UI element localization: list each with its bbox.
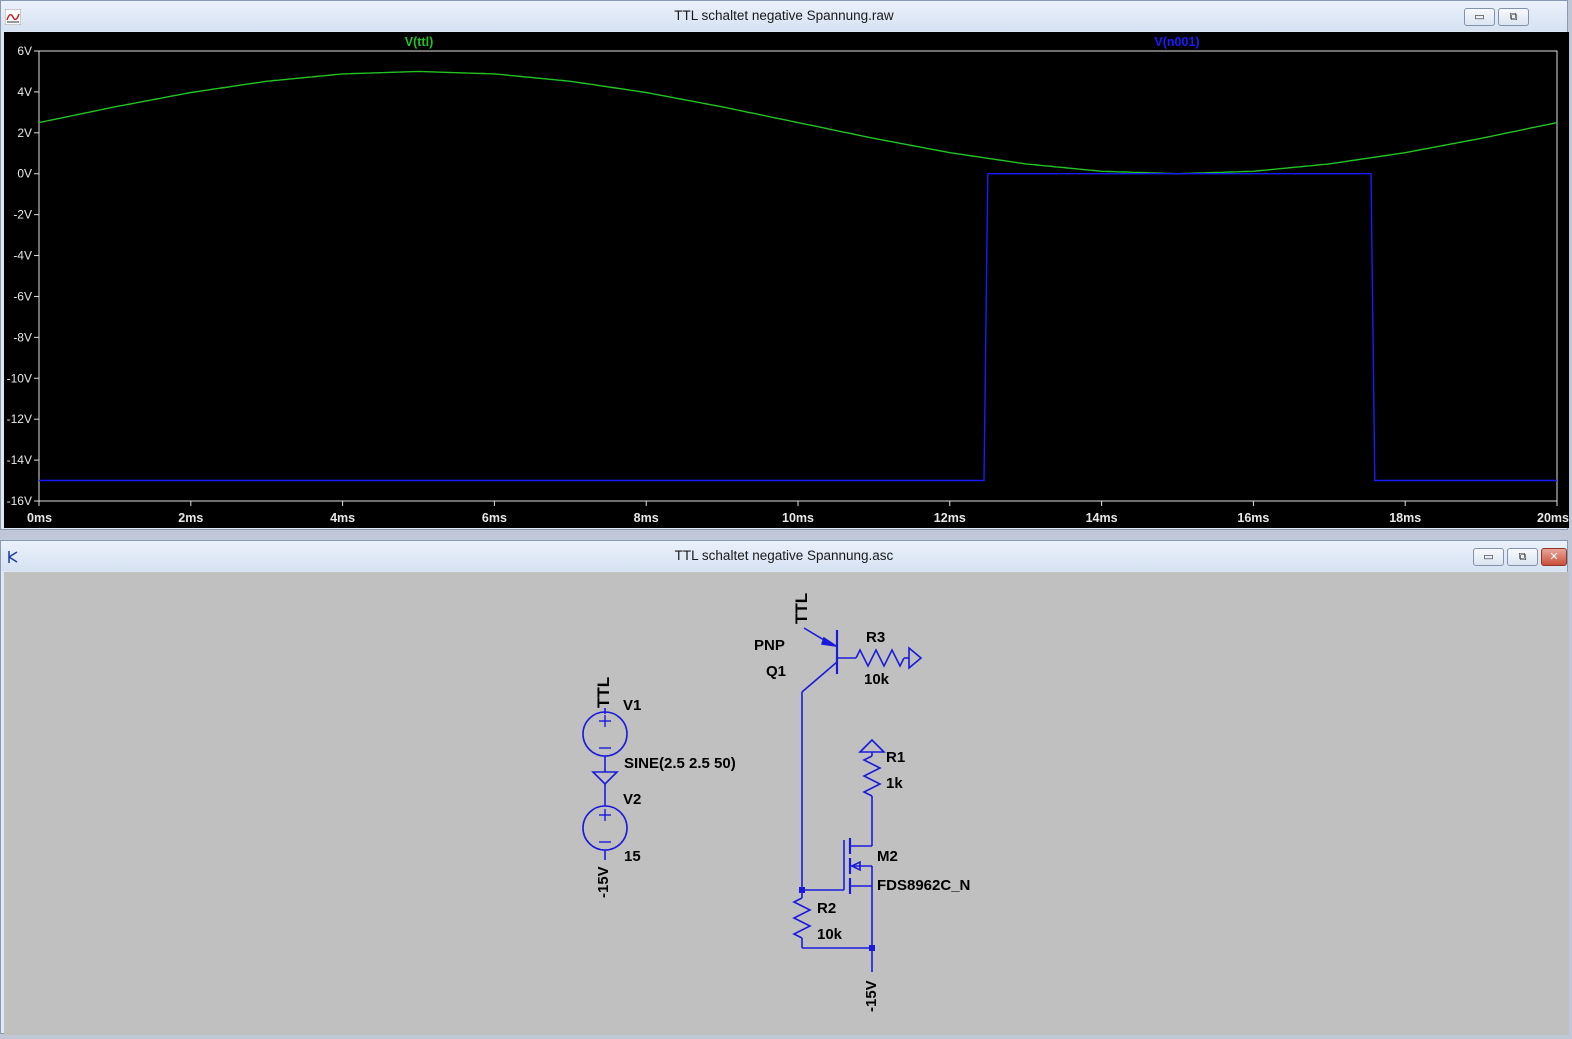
- r1-name-label: R1: [886, 749, 905, 766]
- waveform-chart[interactable]: 6V 4V 2V 0V -2V -4V -6V -8V -10V -12V -14V -16V 0ms 2…: [4, 32, 1569, 528]
- legend-label-v-n001: V(n001): [1154, 35, 1199, 49]
- y-tick-label: -2V: [13, 208, 32, 222]
- y-tick-label: -12V: [7, 412, 32, 426]
- schematic-canvas[interactable]: TTL PNP Q1 R3 10k TTL V1 SINE(2.5 2.5 50…: [4, 572, 1569, 1035]
- plot-frame: [38, 50, 1558, 502]
- y-tick-label: -6V: [13, 289, 32, 303]
- x-tick-label: 2ms: [178, 511, 203, 525]
- r2-resistor: [792, 897, 812, 939]
- minimize-icon: ▭: [1474, 10, 1485, 23]
- q1-type-label: PNP: [754, 637, 785, 654]
- y-tick-label: -4V: [13, 249, 32, 263]
- r2-value-label: 10k: [817, 926, 843, 943]
- restore-button[interactable]: ⧉: [1507, 548, 1538, 566]
- waveform-plot-area[interactable]: 6V 4V 2V 0V -2V -4V -6V -8V -10V -12V -14V -16V 0ms 2…: [4, 32, 1569, 528]
- m2-name-label: M2: [877, 848, 898, 865]
- ttl-label-q1: TTL: [792, 593, 811, 624]
- restore-button[interactable]: ⧉: [1498, 8, 1529, 26]
- r1-resistor: [862, 755, 882, 797]
- r1-supply-symbol: [858, 738, 886, 753]
- y-tick-label: -14V: [7, 453, 32, 467]
- minimize-icon: ▭: [1483, 550, 1494, 563]
- y-tick-label: -10V: [7, 371, 32, 385]
- x-tick-label: 20ms: [1537, 511, 1569, 525]
- legend-label-v-ttl: V(ttl): [405, 35, 433, 49]
- minimize-button[interactable]: ▭: [1464, 8, 1495, 26]
- schematic-drawing[interactable]: TTL PNP Q1 R3 10k TTL V1 SINE(2.5 2.5 50…: [4, 572, 1569, 1035]
- waveform-titlebar[interactable]: TTL schaltet negative Spannung.raw ▭ ⧉: [1, 1, 1567, 31]
- r1-value-label: 1k: [886, 775, 903, 792]
- series-v-ttl-line: [38, 70, 1558, 175]
- v2-name-label: V2: [623, 791, 641, 808]
- x-tick-label: 4ms: [330, 511, 355, 525]
- q1-name-label: Q1: [766, 663, 786, 680]
- v1-value-label: SINE(2.5 2.5 50): [624, 755, 736, 772]
- q1-emitter-arrowhead: [820, 636, 837, 647]
- x-tick-label: 8ms: [634, 511, 659, 525]
- schematic-window: TTL schaltet negative Spannung.asc ▭ ⧉ ✕: [0, 540, 1569, 1035]
- v1-name-label: V1: [623, 697, 641, 714]
- r3-name-label: R3: [866, 629, 885, 646]
- ground-symbol: [591, 771, 619, 786]
- x-tick-label: 18ms: [1389, 511, 1421, 525]
- waveform-window-title: TTL schaltet negative Spannung.raw: [674, 8, 894, 23]
- junction-dot: [869, 945, 875, 951]
- r3-value-label: 10k: [864, 671, 890, 688]
- x-tick-label: 14ms: [1086, 511, 1118, 525]
- waveform-window: TTL schaltet negative Spannung.raw ▭ ⧉ 6…: [0, 0, 1569, 530]
- q1-collector: [801, 661, 838, 693]
- schematic-window-title: TTL schaltet negative Spannung.asc: [674, 548, 894, 563]
- y-tick-label: 4V: [17, 85, 32, 99]
- r2-name-label: R2: [817, 900, 836, 917]
- y-tick-label: -16V: [7, 494, 32, 508]
- neg15-label-v2: -15V: [595, 866, 612, 898]
- schematic-titlebar[interactable]: TTL schaltet negative Spannung.asc ▭ ⧉ ✕: [1, 541, 1567, 571]
- y-tick-label: 0V: [17, 167, 32, 181]
- m2-model-label: FDS8962C_N: [877, 877, 970, 894]
- x-tick-label: 12ms: [934, 511, 966, 525]
- series-v-n001-line: [39, 173, 1557, 482]
- close-button[interactable]: ✕: [1541, 548, 1567, 566]
- y-tick-label: 6V: [17, 44, 32, 58]
- ttl-label-v1: TTL: [594, 677, 613, 708]
- close-icon: ✕: [1549, 550, 1559, 563]
- x-tick-label: 16ms: [1237, 511, 1269, 525]
- minimize-button[interactable]: ▭: [1473, 548, 1504, 566]
- neg15-label-bottom: -15V: [863, 980, 880, 1012]
- r3-resistor: [855, 648, 905, 668]
- y-tick-label: -8V: [13, 330, 32, 344]
- x-tick-label: 6ms: [482, 511, 507, 525]
- y-tick-label: 2V: [17, 126, 32, 140]
- restore-icon: ⧉: [1509, 10, 1518, 23]
- v2-value-label: 15: [624, 848, 641, 865]
- junction-dot: [799, 887, 805, 893]
- x-tick-label: 0ms: [27, 511, 52, 525]
- r3-ground-symbol: [908, 646, 923, 670]
- restore-icon: ⧉: [1518, 550, 1527, 563]
- x-tick-label: 10ms: [782, 511, 814, 525]
